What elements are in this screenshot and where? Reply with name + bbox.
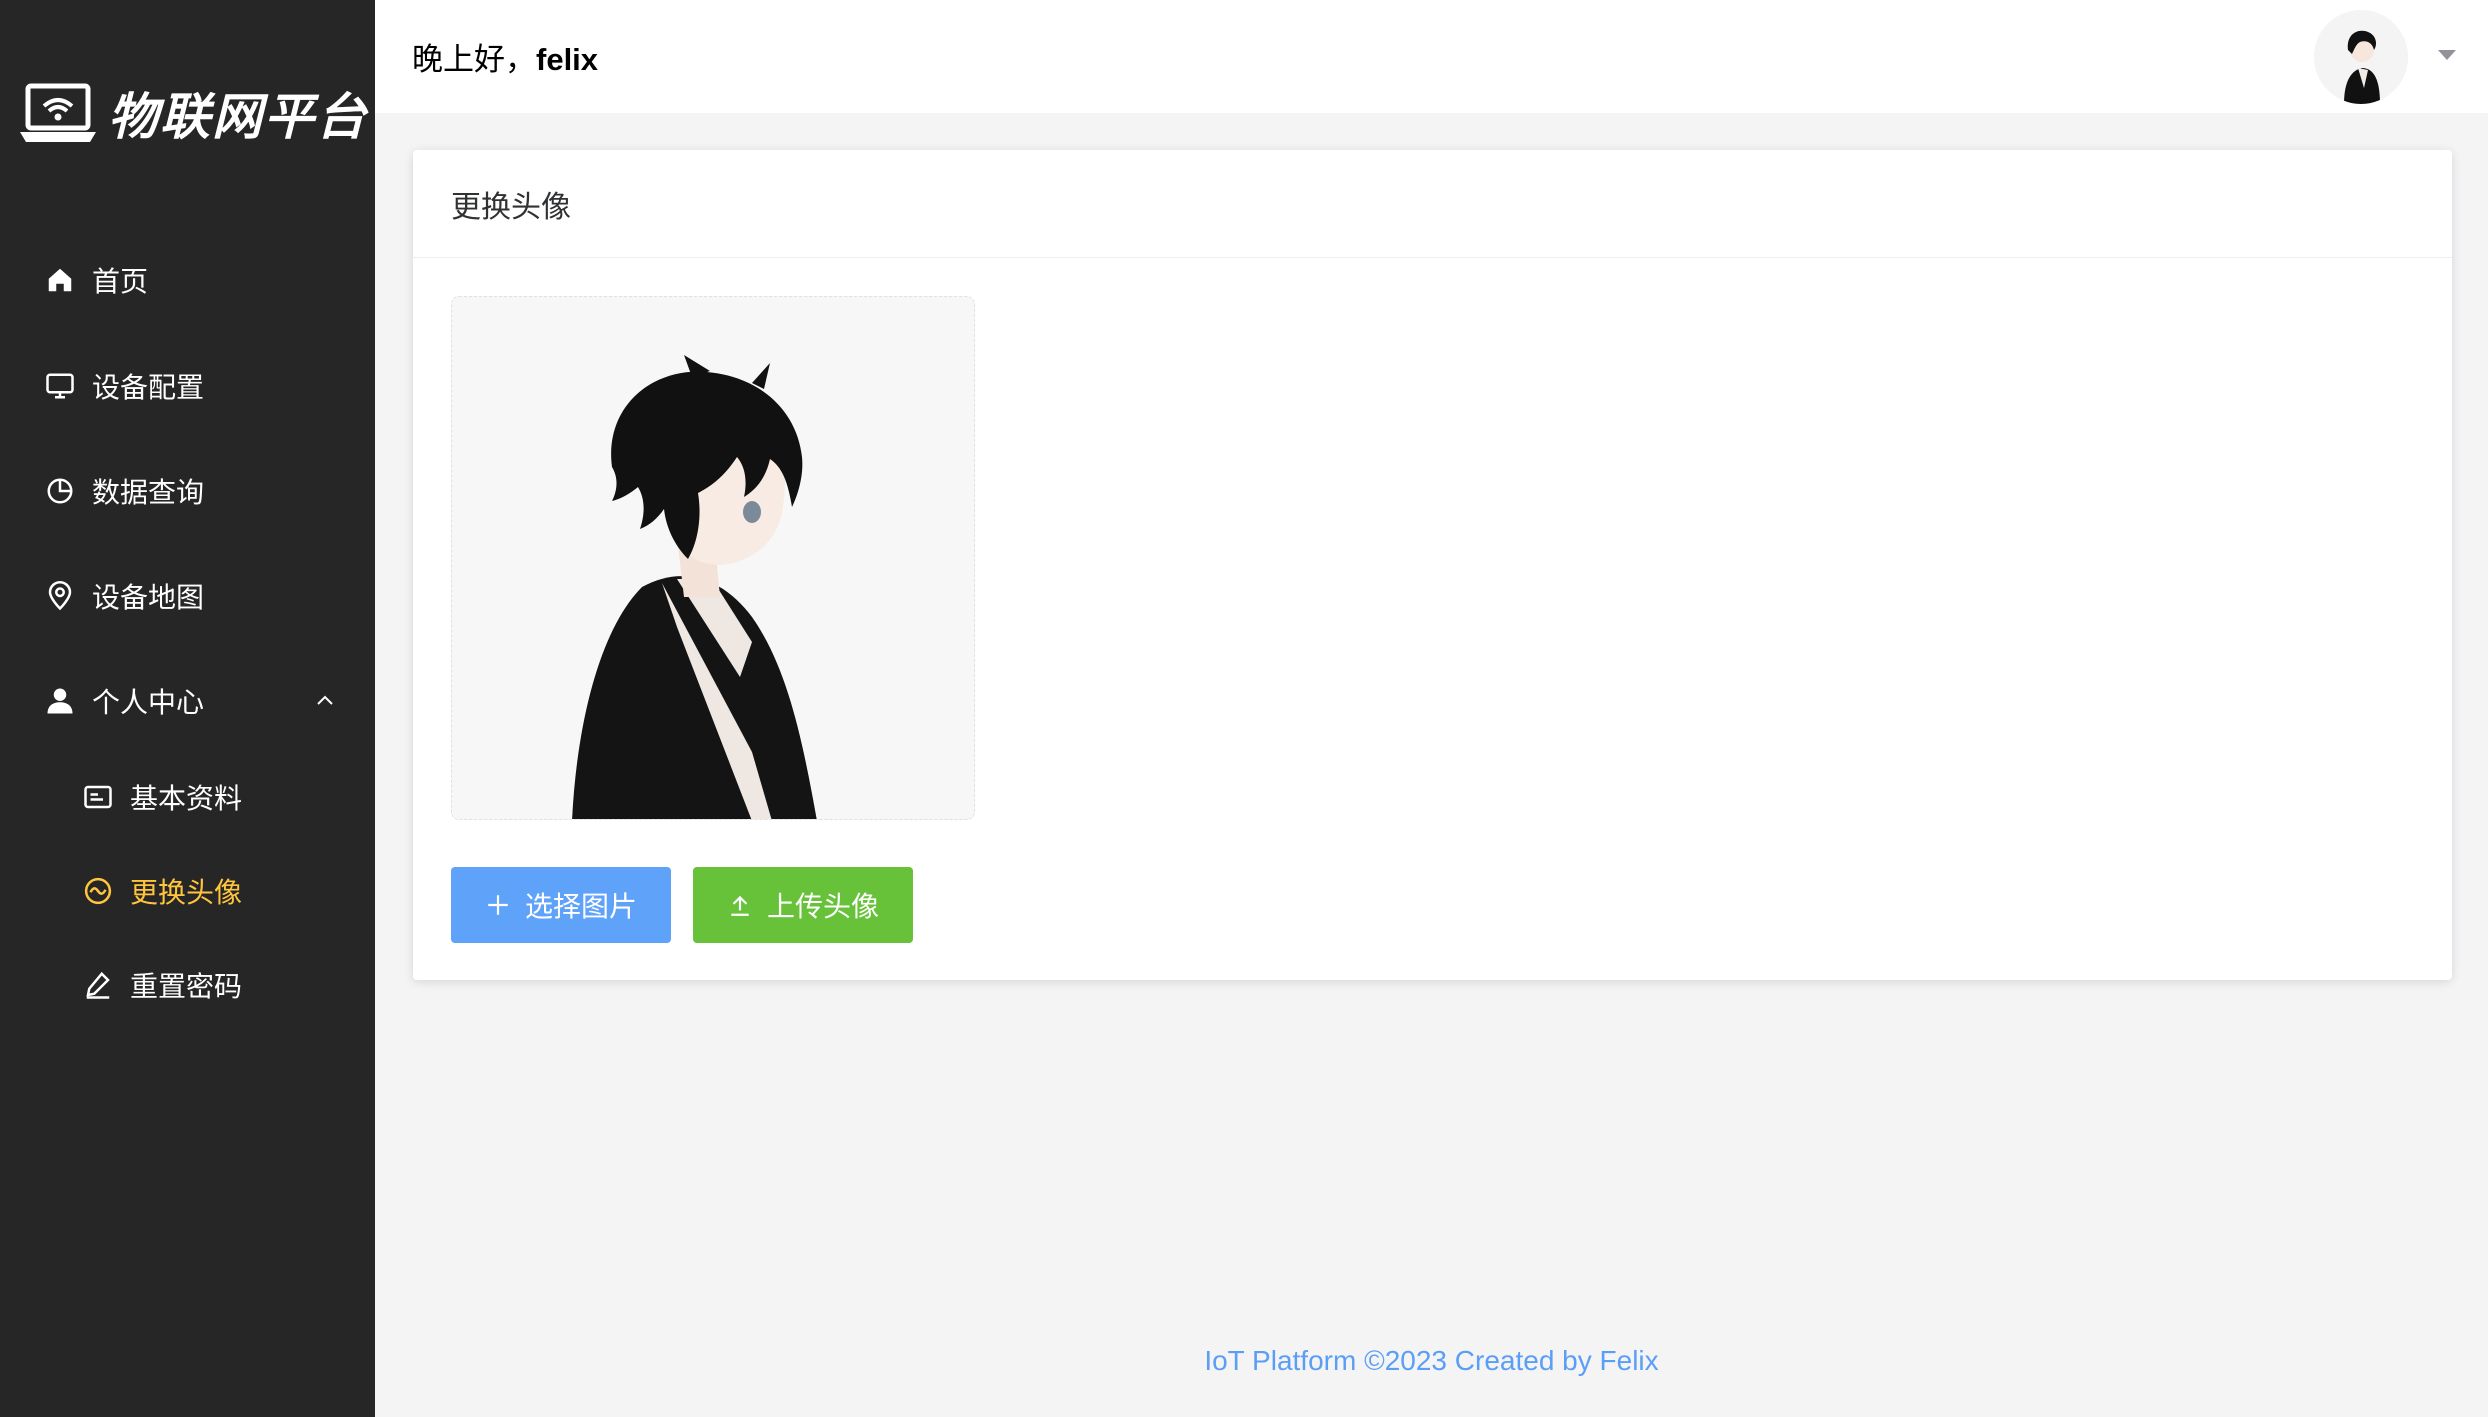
upload-avatar-label: 上传头像 <box>766 891 879 922</box>
monitor-icon <box>44 370 76 402</box>
avatar-preview-image <box>452 297 974 819</box>
avatar-face-icon <box>82 875 114 907</box>
upload-avatar-button[interactable]: 上传头像 <box>693 867 913 943</box>
brand-name: 物联网平台 <box>108 87 368 146</box>
sidebar-item-label: 更换头像 <box>130 877 243 908</box>
sidebar-item-reset-password[interactable]: 重置密码 <box>0 945 375 1025</box>
avatar-image <box>2314 10 2408 104</box>
home-icon <box>44 264 76 296</box>
brand-logo[interactable]: 物联网平台 <box>18 78 368 148</box>
sidebar-item-home[interactable]: 首页 <box>0 240 375 320</box>
greeting: 晚上好，felix <box>412 34 598 79</box>
location-pin-icon <box>44 580 76 612</box>
avatar[interactable] <box>2314 10 2408 104</box>
sidebar-item-label: 设备配置 <box>92 372 205 403</box>
edit-pen-icon <box>82 969 114 1001</box>
id-card-icon <box>82 781 114 813</box>
sidebar-item-label: 个人中心 <box>92 687 205 718</box>
sidebar-item-personal-center[interactable]: 个人中心 <box>0 661 375 741</box>
top-header: 晚上好，felix <box>375 0 2488 113</box>
avatar-card: 更换头像 选择图片 上传头像 <box>413 150 2452 980</box>
select-image-button[interactable]: 选择图片 <box>451 867 671 943</box>
sidebar-item-change-avatar[interactable]: 更换头像 <box>0 851 375 931</box>
avatar-preview <box>451 296 975 820</box>
sidebar-item-label: 首页 <box>92 266 149 297</box>
greeting-prefix: 晚上好， <box>412 42 536 77</box>
username: felix <box>536 42 599 77</box>
sidebar-item-device-map[interactable]: 设备地图 <box>0 556 375 636</box>
sidebar-item-label: 设备地图 <box>92 582 205 613</box>
sidebar-item-data-query[interactable]: 数据查询 <box>0 451 375 531</box>
select-image-label: 选择图片 <box>524 891 637 922</box>
sidebar-item-label: 数据查询 <box>92 477 205 508</box>
upload-icon <box>731 895 749 916</box>
chevron-up-icon <box>317 695 333 705</box>
caret-down-icon[interactable] <box>2436 48 2458 62</box>
app-root: 物联网平台 首页 设备配置 数据查询 设备地图 个人中心 基本资料 更换头像 重… <box>0 0 2488 1417</box>
user-icon <box>44 685 76 717</box>
sidebar: 物联网平台 首页 设备配置 数据查询 设备地图 个人中心 基本资料 更换头像 重… <box>0 0 375 1417</box>
plus-icon <box>488 895 508 915</box>
pie-chart-icon <box>44 475 76 507</box>
sidebar-item-device-config[interactable]: 设备配置 <box>0 346 375 426</box>
sidebar-item-label: 基本资料 <box>130 783 243 814</box>
sidebar-item-basic-info[interactable]: 基本资料 <box>0 757 375 837</box>
sidebar-item-label: 重置密码 <box>130 971 243 1002</box>
laptop-wifi-icon <box>20 83 96 142</box>
footer: IoT Platform ©2023 Created by Felix <box>1204 1345 1659 1376</box>
card-title: 更换头像 <box>413 150 2452 258</box>
